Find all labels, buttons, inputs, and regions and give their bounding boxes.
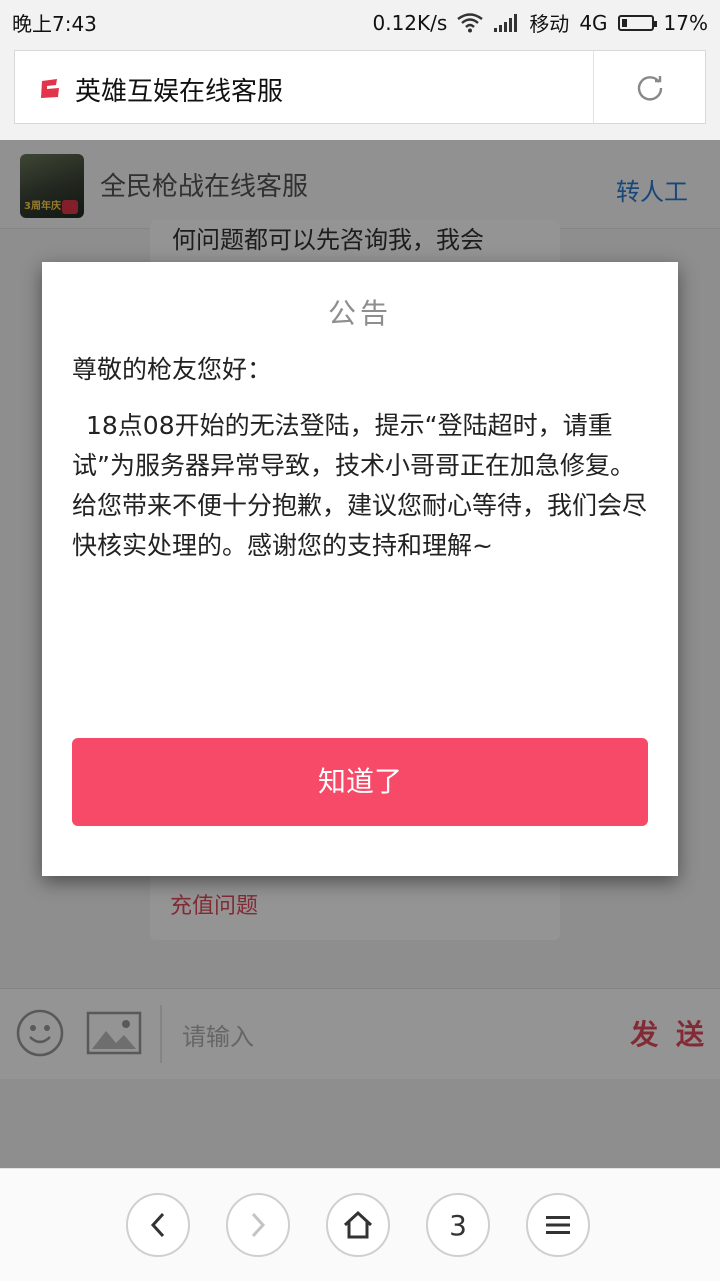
battery-fill bbox=[621, 18, 627, 27]
battery-icon bbox=[617, 14, 657, 31]
tabs-button[interactable]: 3 bbox=[426, 1193, 490, 1257]
back-button[interactable] bbox=[126, 1193, 190, 1257]
addr-divider bbox=[593, 51, 594, 123]
status-right: 0.12K/s 移动 4G 17% bbox=[373, 8, 709, 37]
signal-icon bbox=[493, 13, 519, 33]
carrier: 移动 bbox=[529, 12, 570, 36]
menu-icon bbox=[544, 1214, 572, 1236]
home-icon bbox=[342, 1210, 374, 1240]
back-icon bbox=[148, 1211, 168, 1239]
tab-count: 3 bbox=[449, 1208, 467, 1242]
announcement-modal: 公告 尊敬的枪友您好： 18点08开始的无法登陆，提示“登陆超时，请重试”为服务… bbox=[42, 262, 678, 876]
address-bar: 英雄互娱在线客服 bbox=[0, 40, 720, 140]
net-speed: 0.12K/s bbox=[372, 10, 448, 35]
refresh-icon[interactable] bbox=[635, 73, 665, 103]
menu-button[interactable] bbox=[526, 1193, 590, 1257]
network-type: 4G bbox=[579, 10, 608, 35]
status-bar: 晚上7:43 0.12K/s 移动 4G 17% bbox=[0, 0, 720, 40]
status-time: 晚上7:43 bbox=[12, 12, 97, 36]
modal-body: 18点08开始的无法登陆，提示“登陆超时，请重试”为服务器异常导致，技术小哥哥正… bbox=[72, 411, 648, 560]
site-logo-icon bbox=[39, 77, 61, 99]
page-title: 英雄互娱在线客服 bbox=[75, 77, 284, 107]
wifi-icon bbox=[457, 12, 484, 33]
modal-greeting: 尊敬的枪友您好： bbox=[72, 355, 273, 384]
home-button[interactable] bbox=[326, 1193, 390, 1257]
url-box[interactable]: 英雄互娱在线客服 bbox=[14, 50, 706, 124]
acknowledge-button[interactable]: 知道了 bbox=[72, 738, 648, 826]
forward-button[interactable] bbox=[226, 1193, 290, 1257]
modal-title: 公告 bbox=[327, 297, 392, 330]
battery-percent: 17% bbox=[663, 10, 708, 35]
forward-icon bbox=[248, 1211, 268, 1239]
browser-bottom-nav: 3 bbox=[0, 1168, 720, 1281]
